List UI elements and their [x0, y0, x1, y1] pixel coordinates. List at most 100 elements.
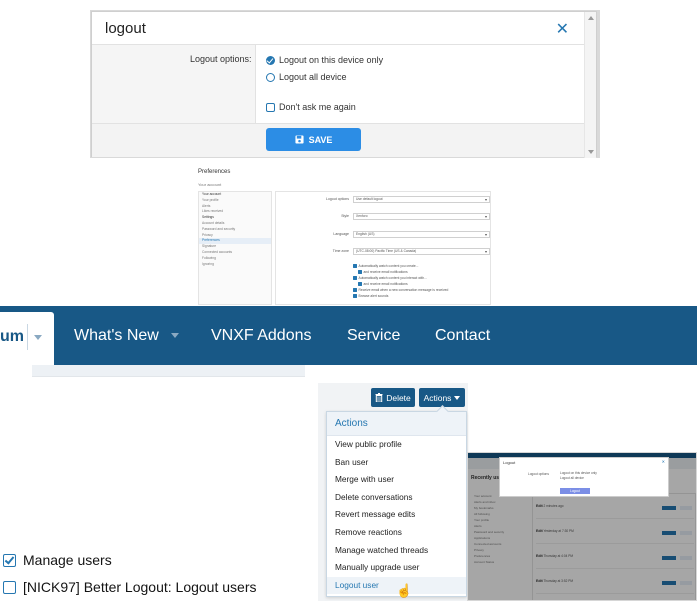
checkbox-icon: [353, 294, 357, 298]
logout-dialog: logout ✕ Logout options: Logout on this …: [91, 11, 597, 158]
actions-menu-header: Actions: [327, 412, 466, 436]
menu-item-ban-user[interactable]: Ban user: [327, 454, 466, 472]
field-label: Style: [341, 214, 349, 218]
menu-item-revert-message-edits[interactable]: Revert message edits: [327, 506, 466, 524]
option-this-device[interactable]: Logout on this device only: [266, 55, 383, 65]
preferences-subtitle: Your account: [198, 182, 222, 187]
menu-item-delete-conversations[interactable]: Delete conversations: [327, 489, 466, 507]
nav-tab-forums[interactable]: um: [0, 312, 54, 365]
form-row: Time zone (UTC-08:00) Pacific Time (US &…: [276, 248, 492, 256]
preferences-screenshot: Preferences Your account Your account Yo…: [193, 163, 495, 305]
form-row: Language English (US): [276, 231, 492, 239]
option-this-device-label: Logout on this device only: [279, 55, 384, 65]
mini-option-all-devices[interactable]: Logout all device: [560, 476, 584, 480]
chevron-down-icon[interactable]: [170, 333, 179, 339]
option-all-devices-label: Logout all device: [279, 72, 347, 82]
close-icon[interactable]: ✕: [662, 459, 665, 464]
pref-checkbox[interactable]: Automatically watch content you interact…: [353, 276, 427, 280]
actions-button-label: Actions: [423, 392, 452, 403]
nav-divider: [27, 324, 28, 350]
scroll-up-icon[interactable]: [588, 16, 594, 20]
nav-item-label: Service: [347, 327, 401, 344]
check-radio-icon: [266, 55, 275, 65]
checkbox-icon: [358, 270, 362, 274]
menu-item-view-public-profile[interactable]: View public profile: [327, 436, 466, 454]
form-row: Logout options Use default logout: [276, 196, 492, 204]
nav-tab-forums-label: um: [0, 328, 24, 345]
pref-checkbox[interactable]: Automatically watch content you create..…: [353, 264, 418, 268]
nav-item-whats-new[interactable]: What's New: [74, 306, 179, 365]
menu-item-merge-with-user[interactable]: Merge with user: [327, 471, 466, 489]
save-icon: [295, 135, 304, 144]
option-all-devices[interactable]: Logout all device: [266, 72, 347, 82]
delete-button-label: Delete: [386, 392, 411, 403]
checkbox-icon: [358, 282, 362, 286]
nav-item-label: Contact: [435, 327, 491, 344]
field-label: Time zone: [332, 249, 349, 253]
pref-checkbox-label: and receive email notifications: [363, 282, 408, 286]
timezone-select[interactable]: (UTC-08:00) Pacific Time (US & Canada): [353, 248, 490, 255]
form-row: Style Xenforo: [276, 213, 492, 221]
hand-cursor-icon: ☝: [396, 583, 413, 598]
permission-label: [NICK97] Better Logout: Logout users: [23, 579, 257, 595]
logout-options-label: Logout options:: [190, 54, 252, 64]
menu-item-remove-reactions[interactable]: Remove reactions: [327, 524, 466, 542]
pref-checkbox-label: Receive email when a new conversation me…: [358, 288, 449, 292]
pref-checkbox-label: Automatically watch content you interact…: [358, 276, 427, 280]
nav-item-vnxf-addons[interactable]: VNXF Addons: [211, 306, 312, 365]
checkbox-icon: [353, 264, 357, 268]
preferences-title: Preferences: [198, 169, 231, 175]
actions-menu: Actions View public profile Ban user Mer…: [326, 411, 467, 597]
scroll-down-icon[interactable]: [588, 150, 594, 154]
menu-item-manually-upgrade-user[interactable]: Manually upgrade user: [327, 559, 466, 577]
menu-item-manage-watched-threads[interactable]: Manage watched threads: [327, 542, 466, 560]
pref-checkbox-label: Automatically watch content you create..…: [358, 264, 419, 268]
dialog-scrollbar[interactable]: [584, 12, 596, 158]
sub-nav-strip: [32, 365, 305, 377]
radio-icon: [266, 72, 275, 82]
dialog-title: logout: [105, 20, 146, 37]
pref-checkbox[interactable]: and receive email notifications: [358, 282, 408, 286]
sidebar-item[interactable]: Ignoring: [199, 262, 271, 268]
checkbox-icon: [353, 288, 357, 292]
nav-item-label: VNXF Addons: [211, 327, 312, 344]
member-actions-screenshot: Delete Actions Actions View public profi…: [318, 383, 468, 601]
permission-logout-users[interactable]: [NICK97] Better Logout: Logout users: [3, 579, 256, 595]
save-button-label: SAVE: [308, 134, 333, 145]
save-button[interactable]: SAVE: [266, 128, 361, 151]
mini-logout-dialog: Logout ✕ Logout options Logout on this d…: [499, 457, 669, 497]
chevron-down-icon[interactable]: [34, 335, 42, 340]
preferences-sidebar: Your account Your profile Alerts Likes r…: [198, 191, 272, 305]
mini-dialog-label: Logout options: [528, 472, 549, 476]
mini-logout-button[interactable]: Logout: [560, 488, 590, 494]
nav-item-service[interactable]: Service: [347, 306, 400, 365]
field-label: Logout options: [326, 197, 349, 201]
checkbox-icon: [266, 102, 275, 112]
pref-checkbox-label: Browse alert sounds: [358, 294, 389, 298]
recently-used-screenshot: Recently us Your account Alerts and inbo…: [467, 452, 697, 601]
pref-checkbox-label: and receive email notifications: [363, 270, 408, 274]
field-label: Language: [333, 232, 349, 236]
pref-checkbox[interactable]: Browse alert sounds: [353, 294, 388, 298]
checkbox-icon[interactable]: [3, 580, 16, 594]
delete-button[interactable]: Delete: [371, 388, 415, 407]
dont-ask-checkbox[interactable]: Don't ask me again: [266, 102, 356, 112]
caret-down-icon: [454, 395, 461, 400]
nav-item-contact[interactable]: Contact: [435, 306, 490, 365]
language-select[interactable]: English (US): [353, 231, 490, 238]
logout-dialog-screenshot: logout ✕ Logout options: Logout on this …: [90, 10, 600, 158]
permission-manage-users[interactable]: Manage users: [3, 552, 112, 568]
mini-dialog-title: Logout: [503, 460, 516, 465]
logout-options-select[interactable]: Use default logout: [353, 196, 490, 203]
main-nav-bar: um What's New VNXF Addons Service Contac…: [0, 306, 697, 365]
checkbox-checked-icon[interactable]: [3, 553, 16, 567]
nav-item-label: What's New: [74, 327, 159, 344]
preferences-form: Logout options Use default logout Style …: [275, 191, 491, 305]
trash-icon: [375, 393, 383, 402]
style-select[interactable]: Xenforo: [353, 213, 490, 220]
pref-checkbox[interactable]: and receive email notifications: [358, 270, 408, 274]
close-icon[interactable]: ✕: [556, 19, 569, 39]
permission-label: Manage users: [23, 552, 112, 568]
mini-option-this-device[interactable]: Logout on this device only: [560, 471, 597, 475]
pref-checkbox[interactable]: Receive email when a new conversation me…: [353, 288, 448, 292]
